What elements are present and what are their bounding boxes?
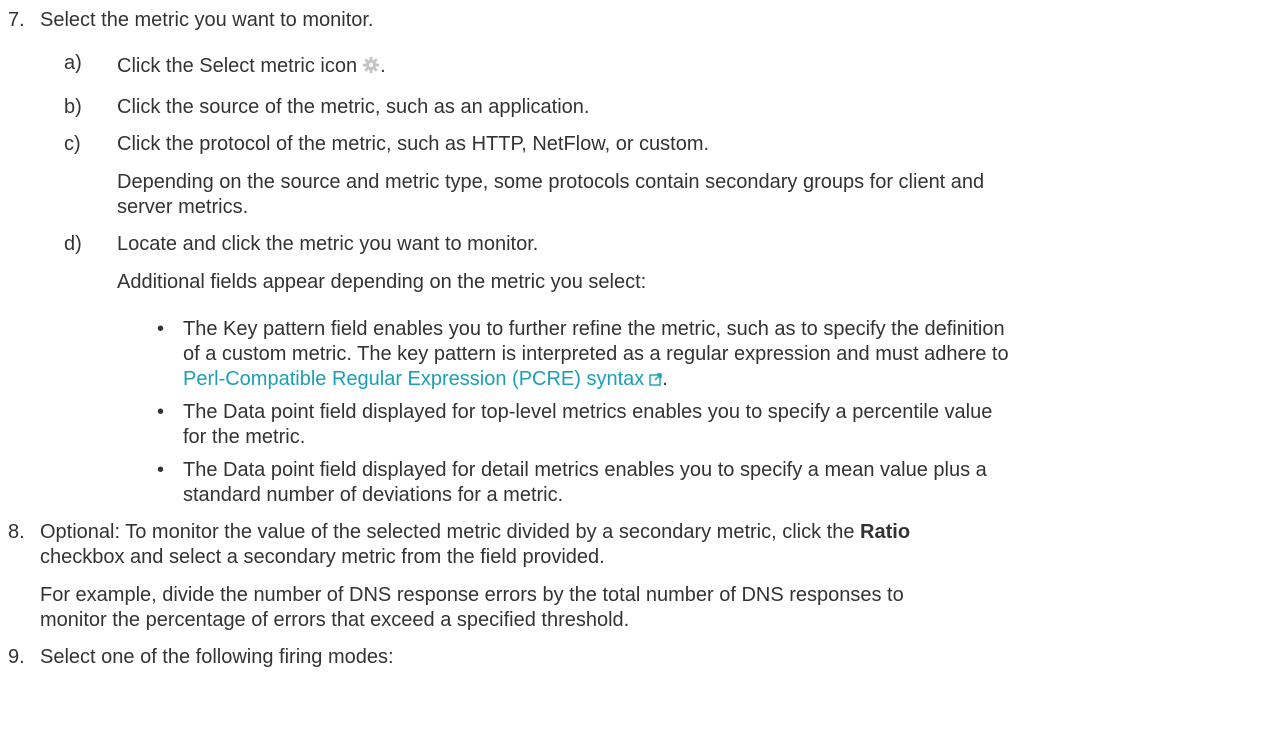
bullet-2-marker: • bbox=[157, 401, 165, 423]
step-9-number: 9. bbox=[8, 646, 25, 668]
substep-d-letter: d) bbox=[64, 233, 82, 255]
substep-a-text: Click the Select metric icon. bbox=[117, 55, 386, 78]
bullet-3-line-1: The Data point field displayed for detai… bbox=[183, 459, 987, 481]
step-8-line-2: checkbox and select a secondary metric f… bbox=[40, 546, 605, 568]
substep-b-letter: b) bbox=[64, 96, 82, 118]
bullet-1-line-3: Perl-Compatible Regular Expression (PCRE… bbox=[183, 368, 668, 391]
step-7-number: 7. bbox=[8, 9, 25, 31]
substep-c-letter: c) bbox=[64, 133, 81, 155]
substep-c-note-line-1: Depending on the source and metric type,… bbox=[117, 171, 985, 193]
bullet-3-marker: • bbox=[157, 459, 165, 481]
substep-c-note-line-2: server metrics. bbox=[117, 196, 249, 218]
step-8-note-line-1: For example, divide the number of DNS re… bbox=[40, 584, 904, 606]
bullet-1-tail: . bbox=[662, 368, 668, 390]
substep-d-text: Locate and click the metric you want to … bbox=[117, 233, 539, 255]
external-link-icon bbox=[649, 369, 662, 386]
bullet-1-line-2: of a custom metric. The key pattern is i… bbox=[183, 343, 1009, 365]
step-8-line-1: Optional: To monitor the value of the se… bbox=[40, 521, 910, 544]
step-7-text: Select the metric you want to monitor. bbox=[40, 9, 374, 31]
step-8-line-1-text: Optional: To monitor the value of the se… bbox=[40, 521, 855, 543]
bullet-1-line-1: The Key pattern field enables you to fur… bbox=[183, 318, 1005, 340]
substep-d-note: Additional fields appear depending on th… bbox=[117, 271, 647, 293]
pcre-syntax-link-label: Perl-Compatible Regular Expression (PCRE… bbox=[183, 368, 645, 390]
gear-icon bbox=[362, 56, 380, 74]
bullet-2-line-1: The Data point field displayed for top-l… bbox=[183, 401, 993, 423]
substep-b-text: Click the source of the metric, such as … bbox=[117, 96, 590, 118]
pcre-syntax-link[interactable]: Perl-Compatible Regular Expression (PCRE… bbox=[183, 368, 662, 390]
substep-a-letter: a) bbox=[64, 52, 82, 74]
ratio-label: Ratio bbox=[860, 521, 911, 543]
substep-a-tail: . bbox=[380, 55, 386, 77]
step-9-text: Select one of the following firing modes… bbox=[40, 646, 394, 668]
substep-c-text: Click the protocol of the metric, such a… bbox=[117, 133, 710, 155]
step-8-note-line-2: monitor the percentage of errors that ex… bbox=[40, 609, 630, 631]
bullet-3-line-2: standard number of deviations for a metr… bbox=[183, 484, 564, 506]
step-8-number: 8. bbox=[8, 521, 25, 543]
bullet-2-line-2: for the metric. bbox=[183, 426, 306, 448]
bullet-1-marker: • bbox=[157, 318, 165, 340]
substep-a-label: Click the Select metric icon bbox=[117, 55, 358, 77]
